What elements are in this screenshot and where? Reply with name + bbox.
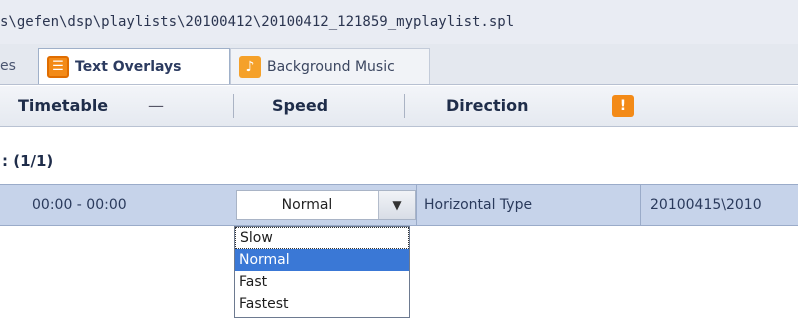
column-header-timetable[interactable]: Timetable	[18, 86, 108, 126]
row-direction: Horizontal Type	[424, 197, 533, 213]
tab-background-music[interactable]: ♪ Background Music	[230, 48, 430, 84]
add-overlay-icon[interactable]: !	[612, 95, 634, 117]
row-time-range: 00:00 - 00:00	[32, 197, 127, 213]
column-divider	[404, 94, 405, 118]
speed-select-value: Normal	[281, 197, 333, 213]
tab-text-overlays-label: Text Overlays	[75, 58, 182, 75]
speed-option-slow[interactable]: Slow	[235, 227, 409, 249]
file-path-text: s\gefen\dsp\playlists\20100412\20100412_…	[0, 14, 515, 30]
column-header-row: Timetable — Speed Direction !	[0, 86, 798, 127]
tab-text-overlays[interactable]: Text Overlays	[38, 48, 230, 84]
column-header-dash: —	[148, 96, 164, 115]
speed-dropdown-list: Slow Normal Fast Fastest	[234, 226, 410, 318]
cell-divider	[416, 185, 417, 225]
text-overlay-icon	[47, 55, 69, 78]
column-divider	[233, 94, 234, 118]
column-header-speed[interactable]: Speed	[272, 86, 328, 126]
tab-partial-label: es	[0, 58, 16, 74]
file-path-bar: s\gefen\dsp\playlists\20100412\20100412_…	[0, 0, 798, 44]
music-icon: ♪	[239, 55, 261, 78]
group-count-label: : (1/1)	[2, 152, 54, 170]
tab-strip: es Text Overlays ♪ Background Music	[0, 44, 798, 85]
speed-select[interactable]: Normal ▼	[236, 190, 416, 220]
chevron-down-icon[interactable]: ▼	[378, 191, 415, 219]
column-header-direction[interactable]: Direction	[446, 86, 529, 126]
speed-option-fast[interactable]: Fast	[235, 271, 409, 293]
row-file-path: 20100415\2010	[650, 197, 762, 213]
speed-option-normal[interactable]: Normal	[235, 249, 409, 271]
tab-partial[interactable]: es	[0, 48, 38, 84]
tab-background-music-label: Background Music	[267, 58, 395, 75]
speed-option-fastest[interactable]: Fastest	[235, 293, 409, 315]
cell-divider	[640, 185, 641, 225]
